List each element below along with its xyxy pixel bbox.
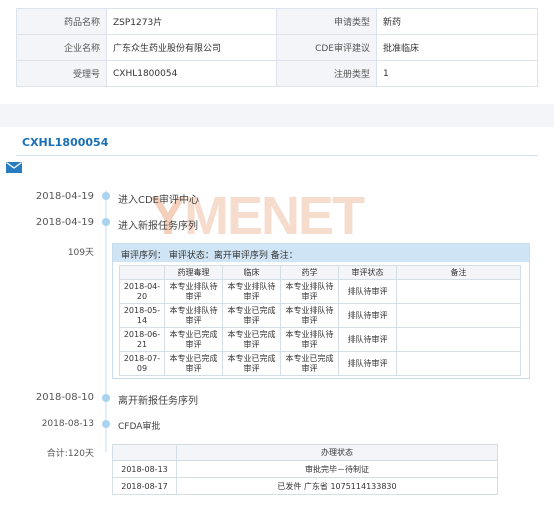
timeline-dot — [102, 218, 110, 226]
mail-icon[interactable] — [6, 162, 22, 173]
table-row: 2018-04-20 本专业排队待审评 本专业排队待审评 本专业排队待审评 排队… — [119, 279, 521, 304]
cell-note — [396, 303, 521, 328]
table-row: 2018-05-14 本专业排队待审评 本专业已完成审评 本专业排队待审评 排队… — [119, 303, 521, 328]
cell-status: 排队待审评 — [338, 303, 397, 328]
info-key: 申请类型 — [276, 8, 377, 35]
row-date: 2018-04-20 — [119, 279, 165, 304]
col-header: 药学 — [280, 265, 339, 280]
cell-status: 排队待审评 — [338, 327, 397, 352]
cell-status: 审批完毕－待制证 — [176, 460, 498, 478]
info-value: 批准临床 — [376, 34, 538, 61]
status-header-row: 办理状态 — [112, 444, 498, 461]
cell-pharmtox: 本专业排队待审评 — [164, 279, 223, 304]
row-date: 2018-08-17 — [112, 477, 177, 495]
cell-note — [396, 279, 521, 304]
cell-clinical: 本专业已完成审评 — [222, 327, 281, 352]
cell-clinical: 本专业已完成审评 — [222, 351, 281, 376]
col-header: 药理毒理 — [164, 265, 223, 280]
cell-pharmacy: 本专业已完成审评 — [280, 351, 339, 376]
table-row: 2018-06-21 本专业已完成审评 本专业已完成审评 本专业排队待审评 排队… — [119, 327, 521, 352]
timeline-event: 离开新报任务序列 — [118, 396, 198, 407]
info-row: 受理号 CXHL1800054 注册类型 1 — [16, 60, 538, 87]
info-key: CDE审评建议 — [276, 34, 377, 61]
cell-pharmacy: 本专业排队待审评 — [280, 327, 339, 352]
watermark-text: MENET — [184, 186, 365, 246]
col-header — [112, 444, 177, 461]
cell-status: 排队待审评 — [338, 279, 397, 304]
info-key: 注册类型 — [276, 60, 377, 87]
col-header: 办理状态 — [176, 444, 498, 461]
cell-status: 排队待审评 — [338, 351, 397, 376]
cell-pharmtox: 本专业已完成审评 — [164, 327, 223, 352]
row-date: 2018-06-21 — [119, 327, 165, 352]
review-queue-panel: 审评序列： 审评状态：离开审评序列 备注： 药理毒理 临床 药学 审评状态 备注… — [112, 243, 530, 379]
timeline-date: 2018-08-10 — [35, 392, 94, 403]
table-row: 2018-08-17 已发件 广东省 1075114133830 — [112, 477, 498, 495]
timeline-dot — [102, 192, 110, 200]
cell-pharmtox: 本专业已完成审评 — [164, 351, 223, 376]
section-divider-band — [0, 104, 554, 127]
col-header: 审评状态 — [338, 265, 397, 280]
timeline-event: 进入新报任务序列 — [118, 221, 198, 232]
info-value: 1 — [376, 60, 538, 87]
cell-pharmacy: 本专业排队待审评 — [280, 303, 339, 328]
timeline-line — [105, 190, 107, 452]
timeline-duration: 109天 — [67, 248, 94, 258]
table-row: 2018-08-13 审批完毕－待制证 — [112, 460, 498, 478]
info-key: 受理号 — [16, 60, 107, 87]
timeline-date: 2018-08-13 — [41, 419, 94, 429]
info-value: 新药 — [376, 8, 538, 35]
col-header: 备注 — [396, 265, 521, 280]
timeline-event: CFDA审批 — [118, 422, 161, 432]
info-value: ZSP1273片 — [106, 8, 277, 35]
cell-status: 已发件 广东省 1075114133830 — [176, 477, 498, 495]
title-underline — [16, 155, 538, 156]
info-row: 药品名称 ZSP1273片 申请类型 新药 — [16, 8, 538, 35]
info-value: CXHL1800054 — [106, 60, 277, 87]
timeline-date: 2018-04-19 — [35, 217, 94, 228]
queue-header-row: 药理毒理 临床 药学 审评状态 备注 — [119, 265, 521, 280]
timeline-total: 合计:120天 — [46, 449, 94, 459]
info-key: 药品名称 — [16, 8, 107, 35]
row-date: 2018-08-13 — [112, 460, 177, 478]
timeline-date: 2018-04-19 — [35, 191, 94, 202]
cell-pharmacy: 本专业排队待审评 — [280, 279, 339, 304]
accept-number-title[interactable]: CXHL1800054 — [22, 136, 108, 149]
cell-note — [396, 327, 521, 352]
row-date: 2018-07-09 — [119, 351, 165, 376]
drug-info-table: 药品名称 ZSP1273片 申请类型 新药 企业名称 广东众生药业股份有限公司 … — [16, 8, 538, 87]
col-header: 临床 — [222, 265, 281, 280]
cell-pharmtox: 本专业排队待审评 — [164, 303, 223, 328]
timeline-event: 进入CDE审评中心 — [118, 195, 200, 206]
info-row: 企业名称 广东众生药业股份有限公司 CDE审评建议 批准临床 — [16, 34, 538, 61]
cell-clinical: 本专业排队待审评 — [222, 279, 281, 304]
queue-header: 审评序列： 审评状态：离开审评序列 备注： — [113, 244, 529, 262]
col-header — [119, 265, 165, 280]
cell-clinical: 本专业已完成审评 — [222, 303, 281, 328]
cell-note — [396, 351, 521, 376]
status-table: 办理状态 2018-08-13 审批完毕－待制证 2018-08-17 已发件 … — [112, 444, 498, 495]
table-row: 2018-07-09 本专业已完成审评 本专业已完成审评 本专业已完成审评 排队… — [119, 351, 521, 376]
info-value: 广东众生药业股份有限公司 — [106, 34, 277, 61]
timeline-dot — [102, 420, 110, 428]
info-key: 企业名称 — [16, 34, 107, 61]
queue-table: 药理毒理 临床 药学 审评状态 备注 2018-04-20 本专业排队待审评 本… — [119, 265, 521, 376]
timeline-dot — [102, 394, 110, 402]
row-date: 2018-05-14 — [119, 303, 165, 328]
